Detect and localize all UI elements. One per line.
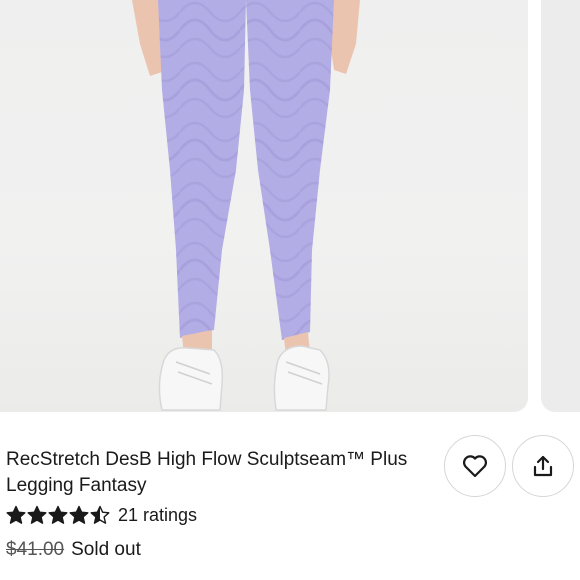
- product-photo-main[interactable]: [0, 0, 528, 412]
- sold-out-label: Sold out: [71, 539, 141, 560]
- rating-count[interactable]: 21 ratings: [118, 505, 197, 526]
- favorite-button[interactable]: [444, 435, 506, 497]
- price-row: $41.00 Sold out: [6, 537, 141, 563]
- share-button[interactable]: [512, 435, 574, 497]
- product-image-gallery[interactable]: [0, 0, 580, 412]
- original-price: $41.00: [6, 539, 65, 560]
- star-full-icon: [27, 505, 47, 524]
- star-full-icon: [6, 505, 26, 524]
- rating-row[interactable]: 21 ratings: [6, 503, 197, 527]
- heart-icon: [462, 455, 488, 478]
- star-full-icon: [69, 505, 89, 524]
- share-icon: [533, 455, 553, 477]
- product-photo-next[interactable]: [541, 0, 580, 412]
- legging-photo: [132, 0, 360, 411]
- product-title: RecStretch DesB High Flow Sculptseam™ Pl…: [6, 449, 408, 496]
- star-rating: [6, 505, 110, 525]
- star-full-icon: [48, 505, 68, 524]
- star-half-icon: [90, 505, 110, 524]
